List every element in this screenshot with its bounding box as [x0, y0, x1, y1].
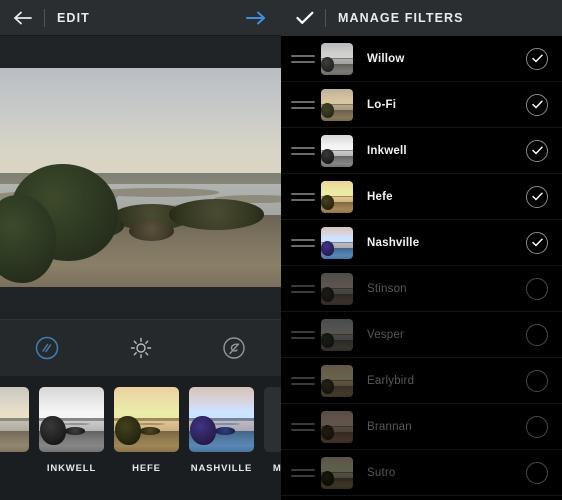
row-toggle[interactable]: [526, 47, 548, 70]
row-toggle[interactable]: [526, 323, 548, 346]
check-icon: [531, 146, 543, 155]
row-label: Vesper: [367, 328, 405, 341]
row-thumbnail: [321, 364, 353, 397]
row-toggle[interactable]: [526, 277, 548, 300]
panel-title: MANAGE FILTERS: [338, 11, 464, 25]
filter-thumb-label: INKWELL: [46, 463, 97, 474]
row-toggle[interactable]: [526, 231, 548, 254]
table-row[interactable]: Hefe: [281, 174, 562, 220]
table-row[interactable]: Nashville: [281, 220, 562, 266]
drag-handle-icon[interactable]: [291, 100, 315, 109]
check-icon: [296, 11, 314, 24]
filter-tool-button[interactable]: [0, 320, 94, 376]
table-row[interactable]: Earlybird: [281, 358, 562, 404]
header-divider: [44, 8, 45, 27]
drag-handle-icon[interactable]: [291, 238, 315, 247]
row-label: Willow: [367, 52, 405, 65]
filter-thumb-hefe[interactable]: HEFE: [114, 387, 179, 474]
drag-handle-icon[interactable]: [291, 284, 315, 293]
filter-thumb-image: [0, 387, 29, 452]
drag-handle-icon[interactable]: [291, 146, 315, 155]
row-label: Stinson: [367, 282, 407, 295]
drag-handle-icon[interactable]: [291, 330, 315, 339]
check-icon: [531, 54, 543, 63]
edit-header: EDIT: [0, 0, 281, 36]
row-thumbnail: [321, 318, 353, 351]
filter-rows-list: Willow Lo-Fi Inkwell Hefe Nashville Stin…: [281, 36, 562, 496]
blur-tool-button[interactable]: [187, 320, 281, 376]
drag-handle-icon[interactable]: [291, 54, 315, 63]
row-thumbnail: [321, 180, 353, 213]
back-button[interactable]: [12, 7, 34, 29]
table-row[interactable]: Inkwell: [281, 128, 562, 174]
blur-swirl-icon: [223, 337, 245, 359]
row-thumbnail: [321, 42, 353, 75]
header-divider: [325, 9, 326, 27]
table-row[interactable]: Sutro: [281, 450, 562, 496]
check-icon: [531, 192, 543, 201]
filter-strip[interactable]: INKWELL HEFE NASHVILLE M: [0, 376, 281, 500]
row-label: Earlybird: [367, 374, 415, 387]
brightness-tool-button[interactable]: [94, 320, 188, 376]
row-label: Nashville: [367, 236, 420, 249]
manage-filters-panel: MANAGE FILTERS Willow Lo-Fi Inkwell Hefe…: [281, 0, 562, 500]
page-title: EDIT: [57, 10, 90, 25]
drag-handle-icon[interactable]: [291, 192, 315, 201]
row-toggle[interactable]: [526, 461, 548, 484]
row-label: Brannan: [367, 420, 412, 433]
row-toggle[interactable]: [526, 185, 548, 208]
check-icon: [531, 238, 543, 247]
check-icon: [531, 100, 543, 109]
arrow-left-icon: [14, 11, 32, 24]
filter-thumb-inkwell[interactable]: INKWELL: [39, 387, 104, 474]
row-thumbnail: [321, 456, 353, 489]
row-label: Hefe: [367, 190, 393, 203]
row-toggle[interactable]: [526, 139, 548, 162]
row-label: Lo-Fi: [367, 98, 397, 111]
filter-thumb-partial[interactable]: [0, 387, 29, 463]
edit-panel: EDIT INKWELL HEFE NASHVILLE M: [0, 0, 281, 500]
filter-thumb-image: [114, 387, 179, 452]
drag-handle-icon[interactable]: [291, 468, 315, 477]
row-label: Inkwell: [367, 144, 407, 157]
photo-preview[interactable]: [0, 68, 281, 287]
manage-label: MANAGE: [272, 463, 281, 474]
table-row[interactable]: Vesper: [281, 312, 562, 358]
row-label: Sutro: [367, 466, 396, 479]
manage-filters-button[interactable]: MANAGE: [264, 387, 281, 474]
arrow-right-icon: [246, 11, 265, 24]
drag-handle-icon[interactable]: [291, 422, 315, 431]
next-button[interactable]: [243, 7, 269, 29]
row-toggle[interactable]: [526, 369, 548, 392]
row-thumbnail: [321, 134, 353, 167]
photo-stage: [0, 36, 281, 319]
row-thumbnail: [321, 410, 353, 443]
sun-icon: [130, 337, 151, 359]
table-row[interactable]: Stinson: [281, 266, 562, 312]
filter-thumb-image: [39, 387, 104, 452]
filter-thumb-image: [189, 387, 254, 452]
table-row[interactable]: Willow: [281, 36, 562, 82]
edit-toolbar: [0, 319, 281, 376]
row-thumbnail: [321, 272, 353, 305]
confirm-button[interactable]: [295, 8, 315, 28]
manage-filters-header: MANAGE FILTERS: [281, 0, 562, 36]
filter-thumb-label: NASHVILLE: [190, 463, 253, 474]
table-row[interactable]: Lo-Fi: [281, 82, 562, 128]
photo-image: [0, 68, 281, 287]
filter-thumb-label: HEFE: [132, 463, 161, 474]
app-screen: EDIT INKWELL HEFE NASHVILLE M MANAGE FIL…: [0, 0, 562, 500]
row-toggle[interactable]: [526, 93, 548, 116]
row-thumbnail: [321, 88, 353, 121]
row-thumbnail: [321, 226, 353, 259]
row-toggle[interactable]: [526, 415, 548, 438]
filter-thumb-nashville[interactable]: NASHVILLE: [189, 387, 254, 474]
drag-handle-icon[interactable]: [291, 376, 315, 385]
filter-circle-icon: [35, 336, 59, 360]
table-row[interactable]: Brannan: [281, 404, 562, 450]
manage-tile: [264, 387, 281, 452]
